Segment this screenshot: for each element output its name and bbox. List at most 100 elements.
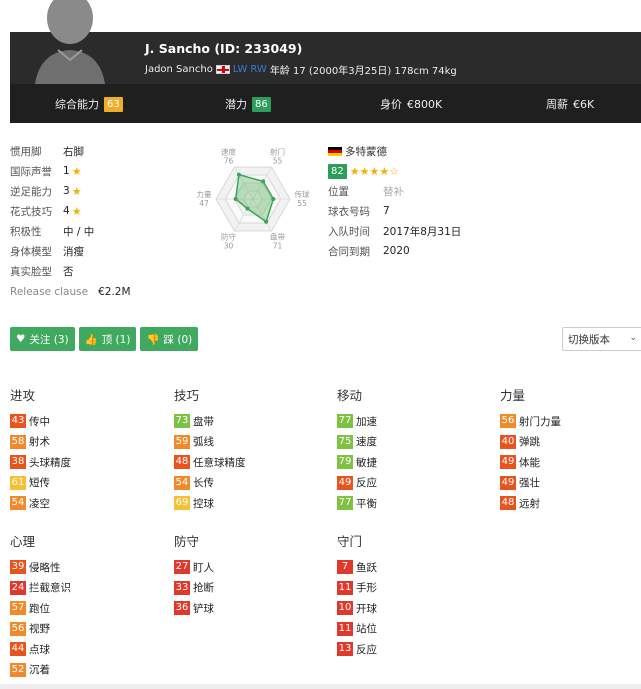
attr-group-title: 防守 bbox=[174, 534, 200, 549]
attr-label: 反应 bbox=[356, 477, 377, 490]
attr-label: 射术 bbox=[29, 436, 50, 449]
attr-row: 59 弧线 bbox=[174, 432, 246, 453]
attr-label: 拦截意识 bbox=[29, 582, 71, 595]
attr-group-title: 力量 bbox=[500, 388, 526, 403]
attr-label: 手形 bbox=[356, 582, 377, 595]
action-buttons: ♥ 关注 (3) 👍 顶 (1) 👎 踩 (0) bbox=[10, 327, 199, 351]
dislike-button[interactable]: 👎 踩 (0) bbox=[140, 327, 199, 351]
attr-group: 移动 77 加速 75 速度 79 敏捷 49 反应 77 平衡 bbox=[337, 385, 377, 514]
follow-button[interactable]: ♥ 关注 (3) bbox=[10, 327, 75, 351]
attr-value-badge: 7 bbox=[337, 560, 353, 575]
attr-value-badge: 79 bbox=[337, 455, 353, 470]
attr-value-badge: 40 bbox=[500, 434, 516, 449]
attr-label: 体能 bbox=[519, 456, 540, 469]
attr-value-badge: 24 bbox=[10, 580, 26, 595]
attr-value-badge: 43 bbox=[10, 414, 26, 429]
attr-row: 52 沉着 bbox=[10, 660, 71, 681]
attr-row: 24 拦截意识 bbox=[10, 578, 71, 599]
attr-value-badge: 11 bbox=[337, 621, 353, 636]
attr-value-badge: 38 bbox=[10, 455, 26, 470]
attr-value-badge: 75 bbox=[337, 434, 353, 449]
radar-label: 防守 bbox=[221, 231, 236, 241]
info-row: 积极性中 / 中 bbox=[10, 225, 95, 238]
attr-row: 75 速度 bbox=[337, 432, 377, 453]
club-row: 位置 替补 bbox=[328, 185, 404, 198]
attr-value-badge: 56 bbox=[10, 621, 26, 636]
attr-group-title: 技巧 bbox=[174, 388, 200, 403]
player-meta: Jadon Sancho LW RW 年龄 17 (2000年3月25日) 17… bbox=[145, 62, 457, 77]
version-select[interactable]: 切换版本 ⌄ bbox=[562, 327, 641, 351]
attr-label: 加速 bbox=[356, 415, 377, 428]
attr-value-badge: 49 bbox=[500, 455, 516, 470]
attr-value-badge: 48 bbox=[174, 455, 190, 470]
radar-point bbox=[233, 197, 238, 201]
attr-group-title: 守门 bbox=[337, 534, 363, 549]
info-row: 逆足能力 3 ★ bbox=[10, 184, 82, 198]
attr-value-badge: 11 bbox=[337, 580, 353, 595]
thumbs-down-icon: 👎 bbox=[146, 333, 160, 346]
info-row: 身体模型 消瘦 bbox=[10, 245, 84, 258]
position-rw[interactable]: RW bbox=[250, 64, 266, 75]
stat-value: 身价 €800K bbox=[380, 97, 443, 112]
attr-value-badge: 52 bbox=[10, 662, 26, 677]
attr-row: 58 射术 bbox=[10, 432, 71, 453]
attr-label: 短传 bbox=[29, 477, 50, 490]
radar-point bbox=[245, 206, 250, 211]
attr-group-title: 移动 bbox=[337, 388, 363, 403]
attr-value-badge: 10 bbox=[337, 601, 353, 616]
radar-value: 71 bbox=[273, 241, 283, 250]
radar-value: 30 bbox=[224, 241, 234, 250]
attr-row: 49 强壮 bbox=[500, 473, 561, 494]
attr-value-badge: 77 bbox=[337, 414, 353, 429]
release-clause: Release clause €2.2M bbox=[10, 286, 131, 298]
attr-label: 开球 bbox=[356, 602, 377, 615]
club-stars-icon: ★★★★☆ bbox=[349, 164, 400, 178]
attribute-radar: 速度 76 射门 55 传球 55 盘带 71 防守 30 力量 47 bbox=[178, 140, 328, 258]
attr-value-badge: 69 bbox=[174, 496, 190, 511]
radar-label: 传球 bbox=[295, 189, 310, 199]
attr-value-badge: 49 bbox=[337, 475, 353, 490]
like-button[interactable]: 👍 顶 (1) bbox=[78, 327, 137, 351]
attr-value-badge: 27 bbox=[174, 560, 190, 575]
attr-group: 力量 56 射门力量 40 弹跳 49 体能 49 强壮 48 远射 bbox=[500, 385, 561, 514]
attr-label: 跑位 bbox=[29, 602, 50, 615]
attr-label: 盯人 bbox=[193, 561, 214, 574]
club-row: 合同到期 2020 bbox=[328, 245, 410, 258]
thumbs-up-icon: 👍 bbox=[84, 333, 98, 346]
club-row: 球衣号码 7 bbox=[328, 205, 390, 218]
stat-wage: 周薪 €6K bbox=[546, 97, 595, 112]
attr-label: 弧线 bbox=[193, 436, 214, 449]
attr-value-badge: 39 bbox=[10, 560, 26, 575]
attr-value-badge: 61 bbox=[10, 475, 26, 490]
overall-badge: 63 bbox=[104, 96, 123, 112]
attr-value-badge: 56 bbox=[500, 414, 516, 429]
info-row: 惯用脚 右脚 bbox=[10, 145, 84, 158]
potential-badge: 86 bbox=[252, 96, 271, 112]
attr-label: 点球 bbox=[29, 643, 50, 656]
england-flag-icon bbox=[215, 65, 230, 74]
attr-row: 36 铲球 bbox=[174, 598, 214, 619]
attr-row: 27 盯人 bbox=[174, 557, 214, 578]
attr-row: 57 跑位 bbox=[10, 598, 71, 619]
attr-group: 防守 27 盯人 33 抢断 36 铲球 bbox=[174, 531, 214, 619]
attr-label: 平衡 bbox=[356, 497, 377, 510]
radar-value: 47 bbox=[199, 199, 209, 208]
attr-value-badge: 48 bbox=[500, 496, 516, 511]
attr-value-badge: 54 bbox=[174, 475, 190, 490]
attr-group-title: 心理 bbox=[10, 534, 36, 549]
star-icon: ★ bbox=[71, 184, 82, 198]
radar-label: 盘带 bbox=[270, 231, 285, 241]
star-icon: ★ bbox=[71, 164, 82, 178]
position-lw[interactable]: LW bbox=[233, 64, 248, 75]
attr-row: 10 开球 bbox=[337, 598, 377, 619]
attr-label: 任意球精度 bbox=[193, 456, 246, 469]
attr-label: 抢断 bbox=[193, 582, 214, 595]
club-name[interactable]: 多特蒙德 bbox=[345, 144, 387, 159]
radar-label: 速度 bbox=[221, 147, 236, 157]
attr-row: 43 传中 bbox=[10, 411, 71, 432]
attr-row: 73 盘带 bbox=[174, 411, 246, 432]
avatar bbox=[30, 0, 110, 84]
attr-value-badge: 13 bbox=[337, 642, 353, 657]
attr-group: 技巧 73 盘带 59 弧线 48 任意球精度 54 长传 69 控球 bbox=[174, 385, 246, 514]
radar-value: 55 bbox=[273, 157, 283, 166]
